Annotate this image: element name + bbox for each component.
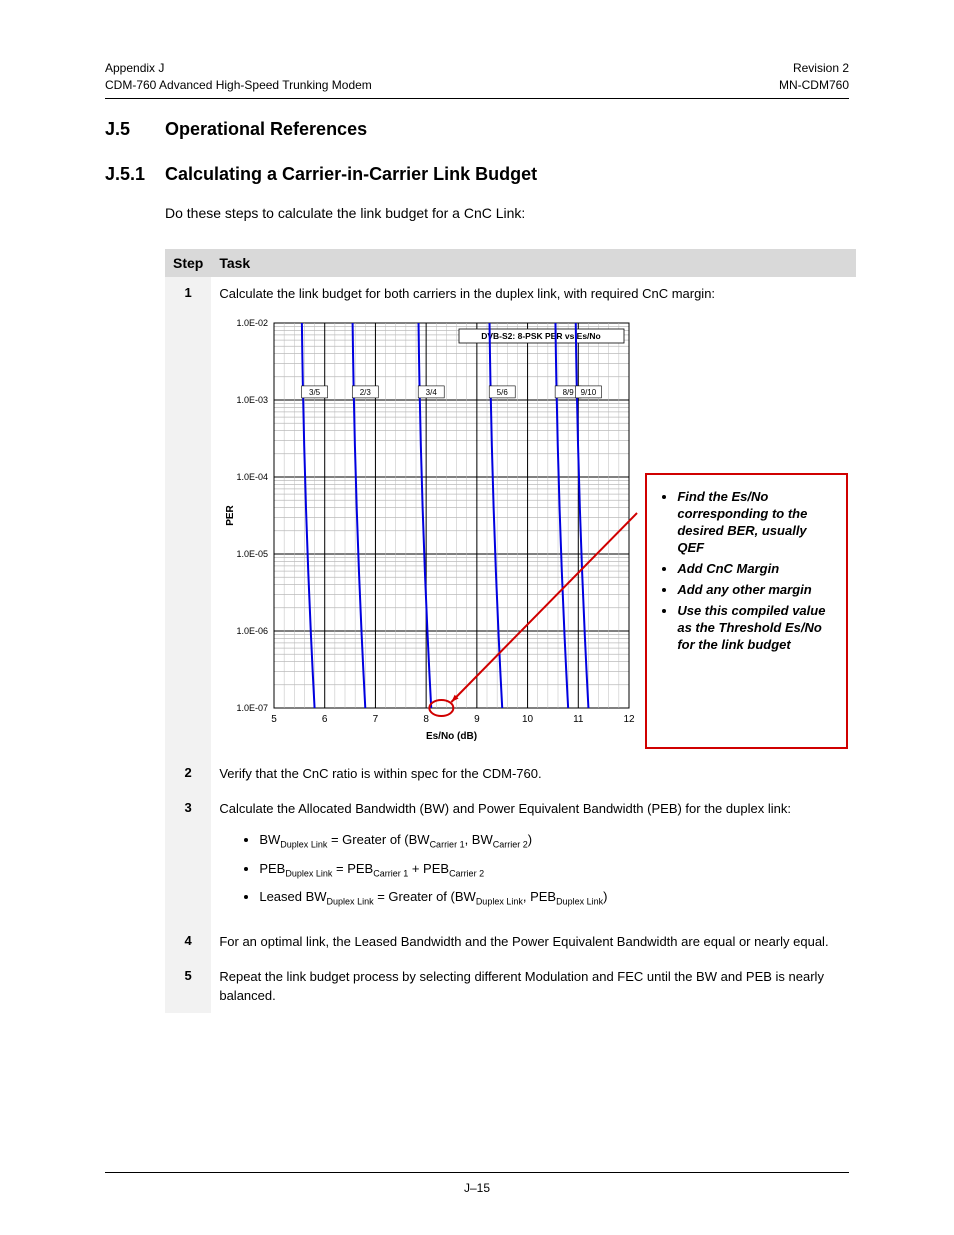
header-right: Revision 2 MN-CDM760	[779, 60, 849, 94]
page-footer: J–15	[0, 1172, 954, 1195]
svg-text:1.0E-02: 1.0E-02	[237, 318, 269, 328]
header-left: Appendix J CDM-760 Advanced High-Speed T…	[105, 60, 372, 94]
svg-text:5/6: 5/6	[497, 388, 509, 397]
table-row: 3 Calculate the Allocated Bandwidth (BW)…	[165, 792, 856, 925]
formula-peb: PEBDuplex Link = PEBCarrier 1 + PEBCarri…	[259, 860, 848, 881]
svg-text:6: 6	[322, 714, 328, 725]
th-task: Task	[211, 249, 856, 277]
callout-item: Use this compiled value as the Threshold…	[677, 603, 834, 654]
task-text: For an optimal link, the Leased Bandwidt…	[211, 925, 856, 960]
svg-text:1.0E-07: 1.0E-07	[237, 703, 269, 713]
chart-wrap: 5 6 7 8 9 10 11 12 1.0E-02 1.0E-03 1.0E-04 1.0E-05 1…	[219, 313, 848, 749]
callout-item: Add CnC Margin	[677, 561, 834, 578]
step-num: 4	[165, 925, 211, 960]
step-num: 5	[165, 960, 211, 1014]
table-row: 4 For an optimal link, the Leased Bandwi…	[165, 925, 856, 960]
svg-text:1.0E-06: 1.0E-06	[237, 626, 269, 636]
step-num: 3	[165, 792, 211, 925]
formula-list: BWDuplex Link = Greater of (BWCarrier 1,…	[259, 831, 848, 909]
header-left-bottom: CDM-760 Advanced High-Speed Trunking Mod…	[105, 77, 372, 94]
svg-text:2/3: 2/3	[360, 388, 372, 397]
svg-text:5: 5	[272, 714, 278, 725]
per-vs-esno-chart: 5 6 7 8 9 10 11 12 1.0E-02 1.0E-03 1.0E-04 1.0E-05 1…	[219, 313, 639, 749]
header-left-top: Appendix J	[105, 60, 372, 77]
header-rule	[105, 98, 849, 99]
task-text: Calculate the link budget for both carri…	[219, 285, 848, 304]
page: Appendix J CDM-760 Advanced High-Speed T…	[0, 0, 954, 1235]
svg-text:PER: PER	[225, 505, 236, 526]
header-right-bottom: MN-CDM760	[779, 77, 849, 94]
svg-text:3/5: 3/5	[309, 388, 321, 397]
heading-j5: J.5 Operational References	[105, 119, 849, 140]
heading-j51: J.5.1 Calculating a Carrier-in-Carrier L…	[105, 164, 849, 185]
callout-box: Find the Es/No corresponding to the desi…	[645, 473, 848, 749]
task-text: Verify that the CnC ratio is within spec…	[211, 757, 856, 792]
heading-j5-title: Operational References	[165, 119, 367, 139]
chart-svg: 5 6 7 8 9 10 11 12 1.0E-02 1.0E-03 1.0E-04 1.0E-05 1…	[219, 313, 639, 743]
th-step: Step	[165, 249, 211, 277]
svg-text:10: 10	[522, 714, 534, 725]
svg-text:9: 9	[474, 714, 480, 725]
callout-item: Add any other margin	[677, 582, 834, 599]
task-cell: Calculate the link budget for both carri…	[211, 277, 856, 758]
task-text: Calculate the Allocated Bandwidth (BW) a…	[219, 800, 848, 819]
svg-text:7: 7	[373, 714, 379, 725]
intro-text: Do these steps to calculate the link bud…	[165, 205, 849, 221]
svg-text:1.0E-03: 1.0E-03	[237, 395, 269, 405]
svg-text:12: 12	[624, 714, 636, 725]
heading-j5-num: J.5	[105, 119, 160, 140]
formula-leased-bw: Leased BWDuplex Link = Greater of (BWDup…	[259, 888, 848, 909]
callout-item: Find the Es/No corresponding to the desi…	[677, 489, 834, 557]
svg-text:1.0E-04: 1.0E-04	[237, 472, 269, 482]
table-row: 5 Repeat the link budget process by sele…	[165, 960, 856, 1014]
table-row: 1 Calculate the link budget for both car…	[165, 277, 856, 758]
steps-table: Step Task 1 Calculate the link budget fo…	[165, 249, 856, 1014]
svg-text:9/10: 9/10	[581, 388, 597, 397]
task-cell: Calculate the Allocated Bandwidth (BW) a…	[211, 792, 856, 925]
footer-rule	[105, 1172, 849, 1173]
svg-text:Es/No (dB): Es/No (dB)	[426, 731, 477, 742]
heading-j51-num: J.5.1	[105, 164, 160, 185]
header-right-top: Revision 2	[779, 60, 849, 77]
formula-bw: BWDuplex Link = Greater of (BWCarrier 1,…	[259, 831, 848, 852]
page-number: J–15	[464, 1181, 490, 1195]
task-text: Repeat the link budget process by select…	[211, 960, 856, 1014]
svg-text:1.0E-05: 1.0E-05	[237, 549, 269, 559]
svg-text:8/9: 8/9	[563, 388, 575, 397]
heading-j51-title: Calculating a Carrier-in-Carrier Link Bu…	[165, 164, 537, 184]
svg-text:DVB-S2: 8-PSK PER vs Es/No: DVB-S2: 8-PSK PER vs Es/No	[482, 331, 602, 341]
running-header: Appendix J CDM-760 Advanced High-Speed T…	[105, 60, 849, 94]
svg-text:8: 8	[424, 714, 430, 725]
step-num: 2	[165, 757, 211, 792]
svg-text:11: 11	[573, 714, 584, 725]
step-num: 1	[165, 277, 211, 758]
table-row: 2 Verify that the CnC ratio is within sp…	[165, 757, 856, 792]
svg-text:3/4: 3/4	[426, 388, 438, 397]
